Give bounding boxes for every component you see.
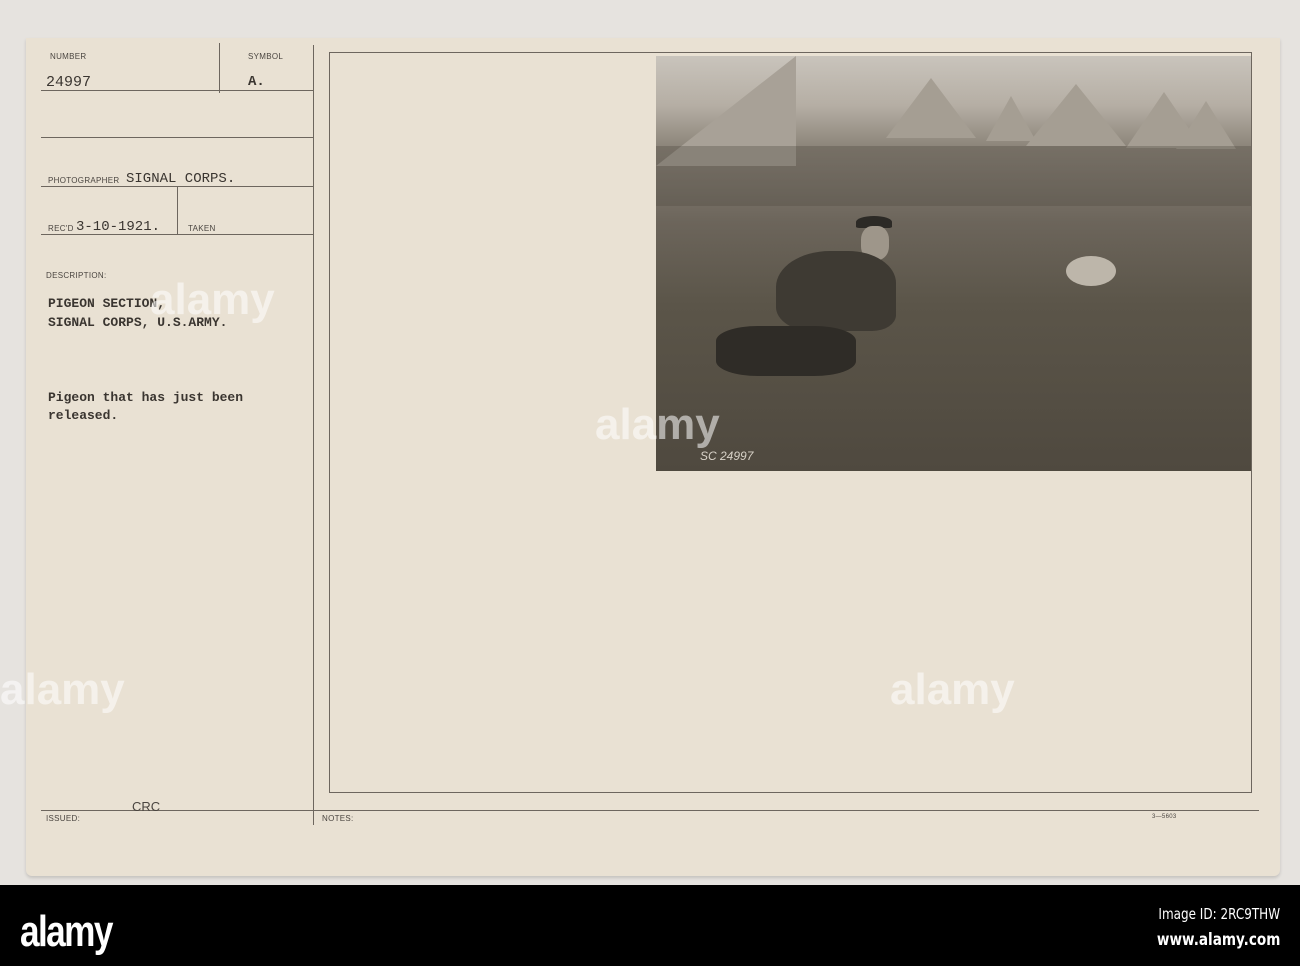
divider: [313, 45, 314, 825]
watermark: alamy: [595, 400, 720, 449]
divider: [41, 810, 1259, 811]
caption-line-1: Pigeon that has just been: [48, 390, 244, 405]
negative-number: SC 24997: [700, 449, 754, 463]
description-label: DESCRIPTION:: [46, 271, 107, 280]
soldier-figure: [716, 216, 906, 396]
watermark: alamy: [890, 665, 1015, 714]
photograph: SC 24997: [656, 56, 1251, 471]
taken-label: TAKEN: [188, 224, 216, 233]
divider: [177, 187, 178, 235]
photographer-value: SIGNAL CORPS.: [126, 171, 236, 187]
divider: [41, 137, 313, 138]
issued-value: CRC: [132, 799, 161, 814]
alamy-logo: alamy: [20, 907, 113, 956]
divider: [219, 43, 220, 93]
issued-label: ISSUED:: [46, 814, 81, 823]
watermark: alamy: [0, 665, 125, 714]
tent: [886, 78, 976, 138]
camp-ground: [656, 146, 1251, 206]
image-id: Image ID: 2RC9THW: [1158, 905, 1280, 923]
photographer-label: PHOTOGRAPHER: [48, 176, 120, 185]
recd-label: REC'D: [48, 224, 74, 233]
notes-label: NOTES:: [322, 814, 354, 823]
footer-bar: alamy Image ID: 2RC9THW www.alamy.com: [0, 885, 1300, 966]
site-url[interactable]: www.alamy.com: [1156, 930, 1280, 950]
caption-line-2: released.: [48, 408, 119, 423]
tent: [1026, 84, 1126, 146]
pigeon: [1066, 256, 1116, 286]
symbol-value: A.: [248, 74, 265, 90]
description-line-1: PIGEON SECTION,: [48, 296, 166, 311]
number-label: NUMBER: [50, 52, 87, 61]
tent: [1176, 101, 1236, 149]
form-number: 3—5603: [1152, 814, 1177, 820]
symbol-label: SYMBOL: [248, 52, 284, 61]
watermark: alamy: [150, 275, 275, 324]
recd-value: 3-10-1921.: [76, 219, 161, 235]
number-value: 24997: [46, 74, 92, 91]
